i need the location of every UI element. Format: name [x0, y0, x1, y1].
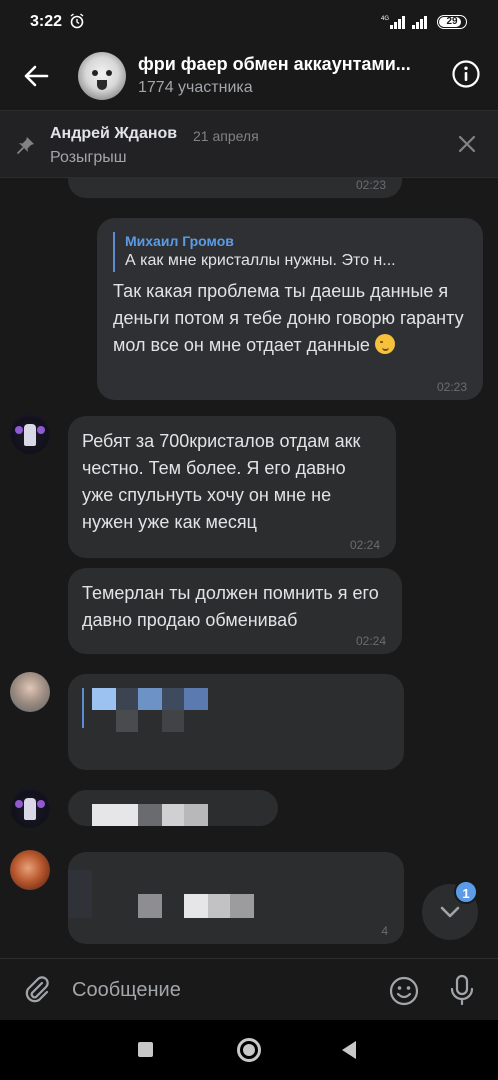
message-bubble-censored[interactable]: [68, 674, 404, 770]
reply-text: А как мне кристаллы нужны. Это н...: [125, 252, 396, 269]
paperclip-icon[interactable]: [22, 975, 52, 1005]
avatar[interactable]: [10, 414, 50, 454]
pinned-author: Андрей Жданов: [50, 125, 178, 142]
message-text: Ребят за 700кристалов отдам акк честно. …: [82, 431, 361, 532]
unread-count-badge: 1: [454, 880, 478, 904]
battery-indicator: 29: [437, 15, 467, 29]
pin-icon: [17, 137, 34, 154]
alarm-icon: [70, 13, 84, 29]
message-bubble-censored[interactable]: [68, 790, 278, 826]
avatar[interactable]: [10, 672, 50, 712]
message-bubble-censored[interactable]: 4: [68, 852, 404, 944]
avatar[interactable]: [10, 788, 50, 828]
chat-title[interactable]: фри фаер обмен аккаунтами...: [138, 54, 438, 75]
pinned-message[interactable]: Андрей Жданов 21 апреля Розыгрыш: [0, 110, 498, 178]
message-text: Темерлан ты должен помнить я его давно п…: [82, 583, 379, 630]
cellular-signal-icon: 4G: [381, 16, 405, 29]
reply-quote[interactable]: Михаил Громов А как мне кристаллы нужны.…: [113, 232, 467, 272]
chevron-down-icon: [440, 906, 460, 918]
member-count: 1774 участника: [138, 79, 253, 96]
status-time: 3:22: [30, 13, 63, 30]
status-bar: 3:22 4G 29: [0, 0, 498, 46]
chat-header: фри фаер обмен аккаунтами... 1774 участн…: [0, 46, 498, 110]
message-text: Так какая проблема ты даешь данные я ден…: [113, 281, 464, 355]
reply-author: Михаил Громов: [125, 233, 234, 249]
pinned-text: Розыгрыш: [50, 149, 127, 166]
microphone-icon[interactable]: [446, 973, 478, 1007]
pinned-date: 21 апреля: [193, 128, 259, 144]
back-arrow-icon[interactable]: [20, 60, 52, 92]
message-time: 02:24: [355, 634, 386, 648]
wink-emoji-icon: [374, 334, 395, 354]
chat-avatar[interactable]: [78, 52, 126, 100]
message-time: 02:24: [349, 538, 380, 552]
avatar[interactable]: [10, 850, 50, 890]
cellular-signal-2-icon: [412, 16, 427, 29]
network-type-label: 4G: [381, 16, 389, 22]
system-navigation-bar: [0, 1020, 498, 1080]
emoji-icon[interactable]: [388, 975, 420, 1007]
message-bubble[interactable]: Темерлан ты должен помнить я его давно п…: [68, 568, 402, 654]
message-time: 02:23: [436, 380, 467, 394]
info-icon[interactable]: [450, 58, 482, 90]
battery-level: 29: [446, 16, 458, 27]
message-time: 02:23: [355, 178, 386, 192]
message-feed[interactable]: 02:23 Михаил Громов А как мне кристаллы …: [0, 178, 498, 958]
message-bubble-outgoing[interactable]: Михаил Громов А как мне кристаллы нужны.…: [97, 218, 483, 400]
message-bubble[interactable]: Ребят за 700кристалов отдам акк честно. …: [68, 416, 396, 558]
home-icon[interactable]: [237, 1038, 261, 1062]
message-composer: [0, 958, 498, 1020]
system-back-icon[interactable]: [342, 1041, 356, 1059]
message-bubble[interactable]: 02:23: [68, 178, 402, 198]
message-time: 4: [381, 924, 388, 938]
recent-apps-icon[interactable]: [138, 1042, 153, 1057]
close-icon[interactable]: [456, 133, 478, 155]
message-input[interactable]: [72, 975, 372, 1005]
